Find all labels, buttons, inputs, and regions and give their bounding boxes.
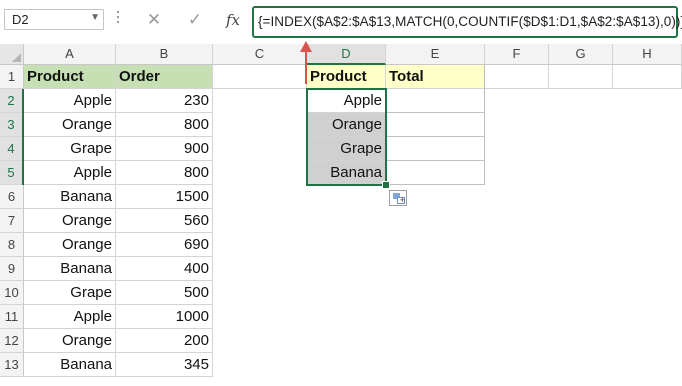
table-cell-product[interactable]: Orange bbox=[24, 113, 116, 137]
table-cell-product[interactable]: Banana bbox=[24, 185, 116, 209]
table-cell-order[interactable]: 800 bbox=[116, 113, 213, 137]
result-cell-product[interactable]: Banana bbox=[307, 161, 386, 185]
row-header-12[interactable]: 12 bbox=[0, 329, 24, 353]
table-cell-order[interactable]: 900 bbox=[116, 137, 213, 161]
fill-handle[interactable] bbox=[382, 181, 390, 189]
table-cell-order[interactable]: 500 bbox=[116, 281, 213, 305]
table-cell-order[interactable]: 560 bbox=[116, 209, 213, 233]
result-cell-total[interactable] bbox=[386, 89, 485, 113]
table-cell-order[interactable]: 400 bbox=[116, 257, 213, 281]
enter-button[interactable]: ✓ bbox=[181, 8, 209, 32]
table-cell-product[interactable]: Grape bbox=[24, 137, 116, 161]
row-header-11[interactable]: 11 bbox=[0, 305, 24, 329]
column-header-a[interactable]: A bbox=[24, 44, 116, 65]
result-cell-product[interactable]: Apple bbox=[307, 89, 386, 113]
select-all-button[interactable] bbox=[0, 44, 24, 65]
cell-h1[interactable] bbox=[613, 65, 682, 89]
name-box-value: D2 bbox=[12, 12, 29, 27]
table-cell-order[interactable]: 1500 bbox=[116, 185, 213, 209]
row-header-10[interactable]: 10 bbox=[0, 281, 24, 305]
row-header-5[interactable]: 5 bbox=[0, 161, 24, 185]
table-cell-product[interactable]: Apple bbox=[24, 161, 116, 185]
row-header-8[interactable]: 8 bbox=[0, 233, 24, 257]
cancel-button[interactable]: ✕ bbox=[140, 8, 168, 32]
formula-input[interactable]: {=INDEX($A$2:$A$13,MATCH(0,COUNTIF($D$1:… bbox=[252, 6, 682, 38]
table-cell-product[interactable]: Apple bbox=[24, 305, 116, 329]
row-header-2[interactable]: 2 bbox=[0, 89, 24, 113]
cell-d1-header[interactable]: Product bbox=[307, 65, 386, 89]
annotation-arrow-line bbox=[305, 51, 307, 84]
column-header-c[interactable]: C bbox=[213, 44, 307, 65]
cell-e1-header[interactable]: Total bbox=[386, 65, 485, 89]
row-header-3[interactable]: 3 bbox=[0, 113, 24, 137]
column-header-f[interactable]: F bbox=[485, 44, 549, 65]
result-cell-product[interactable]: Grape bbox=[307, 137, 386, 161]
cell-f1[interactable] bbox=[485, 65, 549, 89]
column-header-d[interactable]: D bbox=[307, 44, 386, 65]
table-cell-order[interactable]: 230 bbox=[116, 89, 213, 113]
table-cell-product[interactable]: Apple bbox=[24, 89, 116, 113]
table-cell-product[interactable]: Banana bbox=[24, 353, 116, 377]
table-cell-order[interactable]: 1000 bbox=[116, 305, 213, 329]
cell-g1[interactable] bbox=[549, 65, 613, 89]
table-cell-product[interactable]: Orange bbox=[24, 233, 116, 257]
name-box[interactable]: D2 ▼ bbox=[4, 9, 104, 30]
table-cell-order[interactable]: 800 bbox=[116, 161, 213, 185]
table-cell-order[interactable]: 200 bbox=[116, 329, 213, 353]
result-cell-total[interactable] bbox=[386, 161, 485, 185]
result-cell-total[interactable] bbox=[386, 113, 485, 137]
chevron-down-icon[interactable]: ▼ bbox=[90, 12, 100, 23]
column-header-e[interactable]: E bbox=[386, 44, 485, 65]
row-header-9[interactable]: 9 bbox=[0, 257, 24, 281]
row-header-7[interactable]: 7 bbox=[0, 209, 24, 233]
column-header-h[interactable]: H bbox=[613, 44, 682, 65]
row-header-13[interactable]: 13 bbox=[0, 353, 24, 377]
table2-border bbox=[484, 65, 485, 185]
table-cell-product[interactable]: Orange bbox=[24, 209, 116, 233]
paste-options-icon[interactable]: + bbox=[389, 190, 407, 206]
insert-function-button[interactable]: fx bbox=[219, 8, 247, 32]
cell-b1-header[interactable]: Order bbox=[116, 65, 213, 89]
row-header-4[interactable]: 4 bbox=[0, 137, 24, 161]
table-cell-product[interactable]: Banana bbox=[24, 257, 116, 281]
result-cell-total[interactable] bbox=[386, 137, 485, 161]
table-cell-order[interactable]: 690 bbox=[116, 233, 213, 257]
formula-text: {=INDEX($A$2:$A$13,MATCH(0,COUNTIF($D$1:… bbox=[258, 14, 682, 29]
result-cell-product[interactable]: Orange bbox=[307, 113, 386, 137]
drag-handle-icon[interactable] bbox=[116, 11, 120, 29]
formula-bar: D2 ▼ ✕ ✓ fx {=INDEX($A$2:$A$13,MATCH(0,C… bbox=[0, 0, 682, 44]
column-header-g[interactable]: G bbox=[549, 44, 613, 65]
table-cell-order[interactable]: 345 bbox=[116, 353, 213, 377]
table-cell-product[interactable]: Orange bbox=[24, 329, 116, 353]
row-selection-indicator bbox=[22, 89, 24, 185]
column-header-b[interactable]: B bbox=[116, 44, 213, 65]
row-header-1[interactable]: 1 bbox=[0, 65, 24, 89]
cell-c1[interactable] bbox=[213, 65, 307, 89]
cell-a1-header[interactable]: Product bbox=[24, 65, 116, 89]
row-header-6[interactable]: 6 bbox=[0, 185, 24, 209]
table-cell-product[interactable]: Grape bbox=[24, 281, 116, 305]
